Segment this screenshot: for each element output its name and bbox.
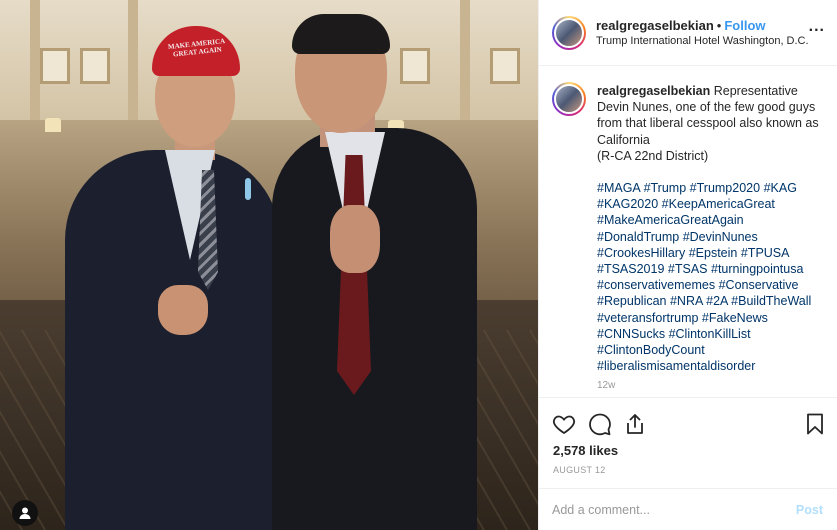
window	[400, 48, 430, 84]
hashtag-link[interactable]: #2A	[706, 294, 728, 308]
hashtag-link[interactable]: #MakeAmericaGreatAgain	[597, 213, 744, 227]
hashtag-link[interactable]: #ClintonBodyCount	[597, 343, 705, 357]
comment-input[interactable]	[552, 499, 772, 521]
hashtag-link[interactable]: #NRA	[670, 294, 703, 308]
hashtag-link[interactable]: #Trump2020	[690, 181, 760, 195]
hashtag-link[interactable]: #FakeNews	[702, 311, 768, 325]
header-user-line: realgregaselbekian • Follow	[596, 18, 766, 33]
heart-icon[interactable]	[552, 412, 576, 436]
person-right-hair	[292, 14, 390, 54]
hashtag-link[interactable]: #ClintonKillList	[669, 327, 751, 341]
hashtag-list: #MAGA #Trump #Trump2020 #KAG #KAG2020 #K…	[597, 180, 829, 374]
window	[80, 48, 110, 84]
thumbs-up-hand	[330, 205, 380, 273]
hashtag-link[interactable]: #CNNSucks	[597, 327, 665, 341]
post-header: realgregaselbekian • Follow Trump Internat…	[539, 0, 837, 66]
hashtag-link[interactable]: #DevinNunes	[683, 230, 758, 244]
bookmark-icon[interactable]	[803, 412, 827, 436]
time-ago: 12w	[597, 380, 616, 392]
hashtag-link[interactable]: #KAG	[764, 181, 797, 195]
person-right-suit	[272, 128, 477, 530]
hashtag-link[interactable]: #BuildTheWall	[731, 294, 811, 308]
caption-area: realgregaselbekian Representative Devin …	[539, 67, 837, 397]
hashtag-link[interactable]: #liberalismisamentaldisorder	[597, 359, 755, 373]
separator-dot: •	[716, 18, 722, 33]
column	[460, 0, 470, 120]
username-link[interactable]: realgregaselbekian	[596, 18, 714, 33]
comment-bar: Post	[539, 488, 837, 530]
hashtag-link[interactable]: #KeepAmericaGreat	[662, 197, 775, 211]
caption: realgregaselbekian Representative Devin …	[597, 83, 829, 395]
follow-button[interactable]: Follow	[724, 18, 765, 33]
hashtag-link[interactable]: #Republican	[597, 294, 667, 308]
hashtag-link[interactable]: #TSAS	[668, 262, 708, 276]
column	[128, 0, 138, 120]
more-options-icon[interactable]: ...	[809, 18, 825, 36]
lamp	[45, 118, 61, 132]
column	[30, 0, 40, 120]
window	[490, 48, 520, 84]
caption-district: (R-CA 22nd District)	[597, 148, 709, 163]
hashtag-link[interactable]: #MAGA	[597, 181, 640, 195]
hashtag-link[interactable]: #TPUSA	[741, 246, 789, 260]
hashtag-link[interactable]: #veteransfortrump	[597, 311, 698, 325]
hashtag-link[interactable]: #conservativememes	[597, 278, 715, 292]
hashtag-link[interactable]: #Conservative	[719, 278, 799, 292]
comment-bubble-icon[interactable]	[588, 412, 612, 436]
hashtag-link[interactable]: #Trump	[644, 181, 687, 195]
hashtag-link[interactable]: #TSAS2019	[597, 262, 664, 276]
post-date: AUGUST 12	[553, 465, 606, 475]
caption-avatar[interactable]	[552, 82, 586, 116]
hashtag-link[interactable]: #CrookesHillary	[597, 246, 685, 260]
thumbs-up-hand	[158, 285, 208, 335]
user-tag-icon[interactable]	[12, 500, 38, 526]
window	[40, 48, 70, 84]
post-button[interactable]: Post	[796, 503, 823, 517]
post-details-panel: realgregaselbekian • Follow Trump Internat…	[538, 0, 837, 530]
caption-username[interactable]: realgregaselbekian	[597, 84, 710, 98]
person-left-suit	[65, 150, 280, 530]
ribbon-pin	[245, 178, 251, 200]
hashtag-link[interactable]: #Epstein	[689, 246, 738, 260]
profile-avatar[interactable]	[552, 16, 586, 50]
share-icon[interactable]	[623, 412, 647, 436]
hashtag-link[interactable]: #DonaldTrump	[597, 230, 679, 244]
hashtag-link[interactable]: #turningpointusa	[711, 262, 803, 276]
hashtag-link[interactable]: #KAG2020	[597, 197, 658, 211]
location-link[interactable]: Trump International Hotel Washington, D.…	[596, 35, 809, 47]
likes-count[interactable]: 2,578 likes	[553, 443, 618, 458]
post-photo[interactable]: MAKE AMERICA GREAT AGAIN	[0, 0, 538, 530]
